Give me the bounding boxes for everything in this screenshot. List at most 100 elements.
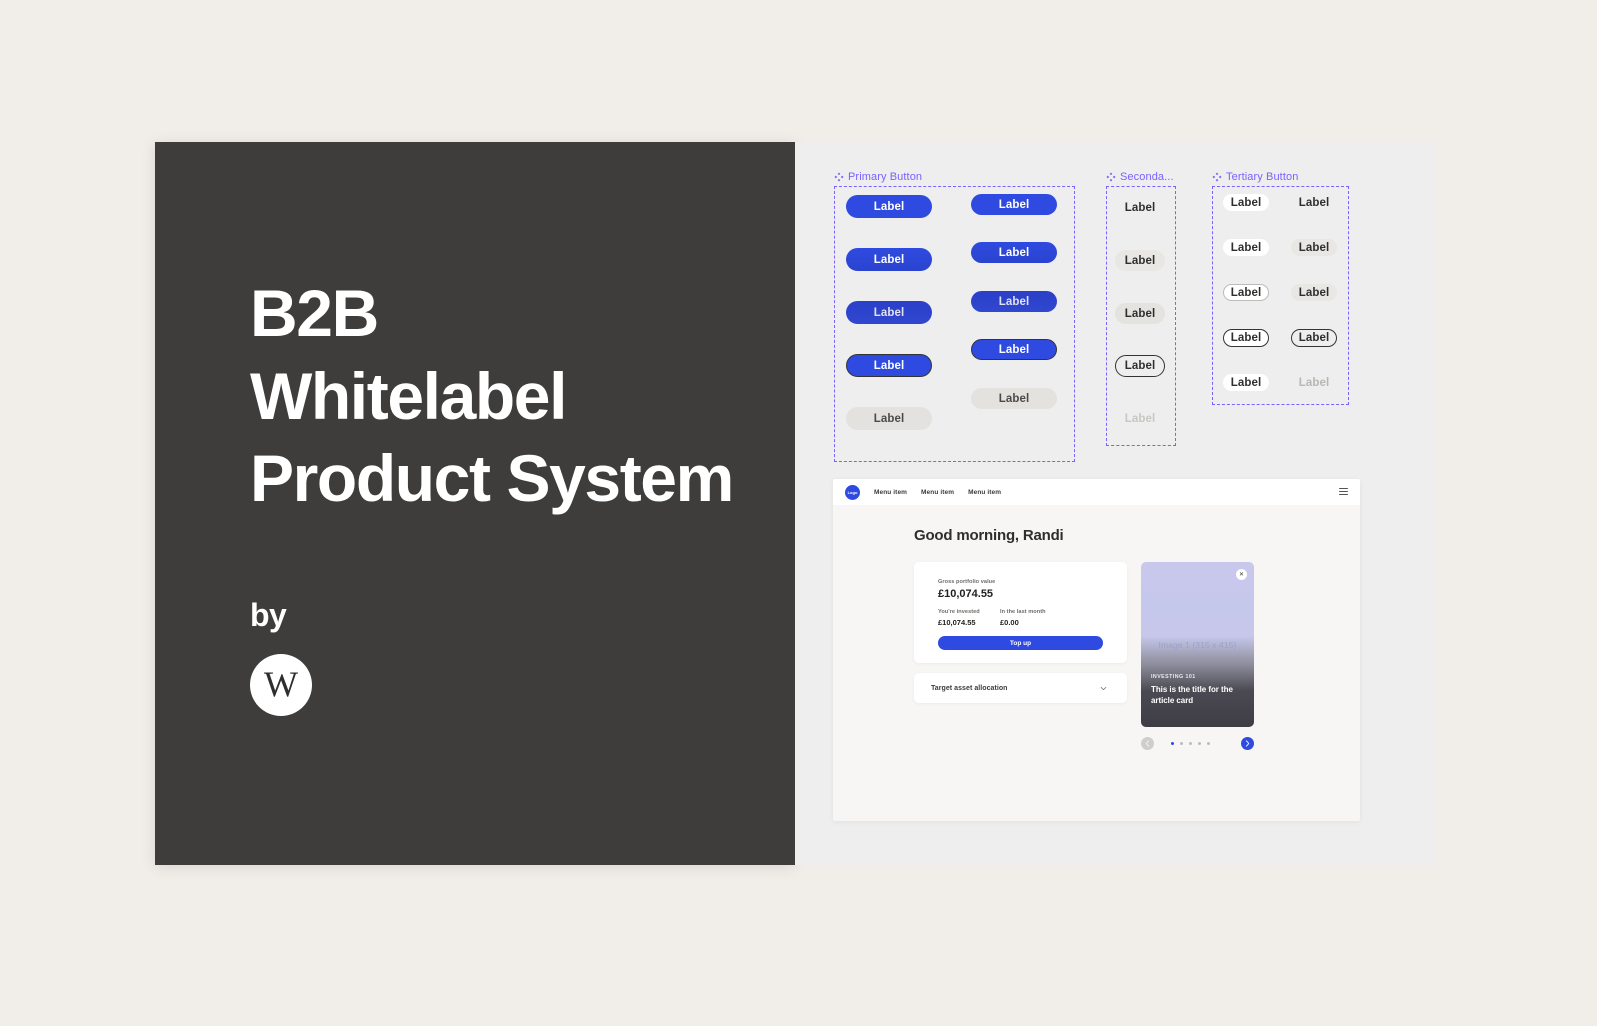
button-label: Label: [873, 359, 905, 372]
primary-button-default[interactable]: Label: [846, 195, 932, 218]
chevron-right-icon: [1245, 740, 1250, 747]
carousel-dot-1[interactable]: [1171, 742, 1175, 746]
secondary-button-hover[interactable]: Label: [1115, 250, 1165, 271]
invested-value: £10,074.55: [938, 618, 976, 627]
title-line-3: Product System: [250, 441, 734, 515]
primary-button-hover[interactable]: Label: [846, 248, 932, 271]
title-line-1: B2B: [250, 276, 379, 350]
button-label: Label: [1298, 241, 1330, 254]
button-label: Label: [998, 198, 1030, 211]
article-card[interactable]: ✕ Image 1 (315 x 415) INVESTING 101 This…: [1141, 562, 1254, 727]
screenshot-stage: B2B Whitelabel Product System by W Prima…: [0, 0, 1597, 1026]
button-label: Label: [1124, 360, 1156, 372]
figma-component-icon: [1212, 172, 1222, 182]
button-label: Label: [873, 412, 905, 425]
carousel-dot-3[interactable]: [1188, 742, 1193, 746]
tertiary-button-b-hover[interactable]: Label: [1291, 239, 1337, 256]
button-label: Label: [1298, 376, 1330, 389]
tertiary-button-pressed[interactable]: Label: [1223, 284, 1269, 301]
tertiary-button-b-disabled: Label: [1291, 374, 1337, 391]
brand-logo-glyph: W: [264, 664, 298, 704]
button-label: Label: [1124, 254, 1156, 267]
button-label: Label: [1124, 201, 1156, 214]
button-label: Label: [1298, 286, 1330, 299]
app-logo-label: Logo: [847, 489, 858, 495]
section-label-tertiary: Tertiary Button: [1212, 171, 1298, 183]
button-label: Label: [1230, 332, 1262, 344]
article-kicker: INVESTING 101: [1151, 674, 1196, 680]
primary-button-pressed[interactable]: Label: [846, 301, 932, 324]
top-up-label: Top up: [1009, 639, 1032, 647]
greeting-heading: Good morning, Randi: [914, 527, 1064, 544]
primary-button-b-hover[interactable]: Label: [971, 242, 1057, 263]
close-icon[interactable]: ✕: [1236, 569, 1247, 580]
button-label: Label: [873, 200, 905, 213]
carousel-dots: [1171, 742, 1210, 746]
nav-item-3[interactable]: Menu item: [968, 489, 1001, 496]
target-allocation-row[interactable]: Target asset allocation: [914, 673, 1127, 703]
button-label: Label: [1230, 376, 1262, 389]
button-label: Label: [873, 306, 905, 319]
byline-label: by: [250, 597, 287, 633]
portfolio-card: Gross portfolio value £10,074.55 You're …: [914, 562, 1127, 663]
button-label: Label: [1230, 196, 1262, 209]
carousel-controls: [1141, 737, 1254, 751]
last-month-label: In the last month: [1000, 609, 1046, 615]
primary-button-focused[interactable]: Label: [846, 354, 932, 377]
gross-portfolio-label: Gross portfolio value: [938, 579, 996, 585]
button-label: Label: [873, 253, 905, 266]
tertiary-button-hover[interactable]: Label: [1223, 239, 1269, 256]
top-up-button[interactable]: Top up: [938, 636, 1103, 650]
last-month-value: £0.00: [1000, 618, 1019, 627]
tertiary-button-b-pressed[interactable]: Label: [1291, 284, 1337, 301]
button-label: Label: [1298, 196, 1330, 209]
button-label: Label: [998, 343, 1030, 356]
button-label: Label: [1124, 412, 1156, 425]
page-title: B2B Whitelabel Product System: [250, 272, 770, 520]
app-mockup: Logo Menu item Menu item Menu item Good …: [833, 479, 1360, 821]
nav-item-2[interactable]: Menu item: [921, 489, 954, 496]
hero-panel: B2B Whitelabel Product System by W: [155, 142, 795, 865]
tertiary-button-focused[interactable]: Label: [1223, 329, 1269, 347]
nav-item-1[interactable]: Menu item: [874, 489, 907, 496]
figma-component-icon: [834, 172, 844, 182]
article-title: This is the title for the article card: [1151, 685, 1233, 706]
secondary-button-focused[interactable]: Label: [1115, 355, 1165, 377]
section-label-text: Primary Button: [848, 171, 923, 183]
tertiary-button-flat[interactable]: Label: [1223, 374, 1269, 391]
secondary-button-disabled: Label: [1115, 408, 1165, 429]
gross-portfolio-value: £10,074.55: [938, 588, 994, 600]
secondary-button-default[interactable]: Label: [1115, 197, 1165, 218]
button-label: Label: [1298, 332, 1330, 344]
button-label: Label: [998, 295, 1030, 308]
invested-label: You're invested: [938, 609, 980, 615]
carousel-dot-4[interactable]: [1197, 742, 1202, 746]
section-label-primary: Primary Button: [834, 171, 922, 183]
chevron-down-icon: [1100, 687, 1107, 690]
app-logo[interactable]: Logo: [845, 484, 860, 500]
section-label-text: Tertiary Button: [1226, 171, 1299, 183]
carousel-dot-2[interactable]: [1179, 742, 1184, 746]
section-label-secondary: Seconda...: [1106, 171, 1174, 183]
primary-button-disabled: Label: [846, 407, 932, 430]
tertiary-button-b-default[interactable]: Label: [1291, 194, 1337, 211]
button-label: Label: [1230, 286, 1262, 299]
title-line-2: Whitelabel: [250, 358, 567, 433]
button-label: Label: [1124, 307, 1156, 320]
button-label: Label: [998, 392, 1030, 405]
carousel-next-button[interactable]: [1241, 737, 1254, 750]
section-label-text: Seconda...: [1120, 171, 1174, 183]
secondary-button-pressed[interactable]: Label: [1115, 303, 1165, 324]
figma-component-icon: [1106, 172, 1116, 182]
carousel-dot-5[interactable]: [1206, 742, 1210, 746]
primary-button-b-focused[interactable]: Label: [971, 339, 1057, 360]
primary-button-b-disabled: Label: [971, 388, 1057, 409]
carousel-prev-button[interactable]: [1141, 737, 1154, 750]
primary-button-b-pressed[interactable]: Label: [971, 291, 1057, 312]
hamburger-icon[interactable]: [1339, 488, 1348, 495]
app-navbar: Logo Menu item Menu item Menu item: [833, 479, 1360, 505]
button-label: Label: [1230, 241, 1262, 254]
tertiary-button-default[interactable]: Label: [1223, 194, 1269, 211]
tertiary-button-b-focused[interactable]: Label: [1291, 329, 1337, 347]
primary-button-b-default[interactable]: Label: [971, 194, 1057, 215]
